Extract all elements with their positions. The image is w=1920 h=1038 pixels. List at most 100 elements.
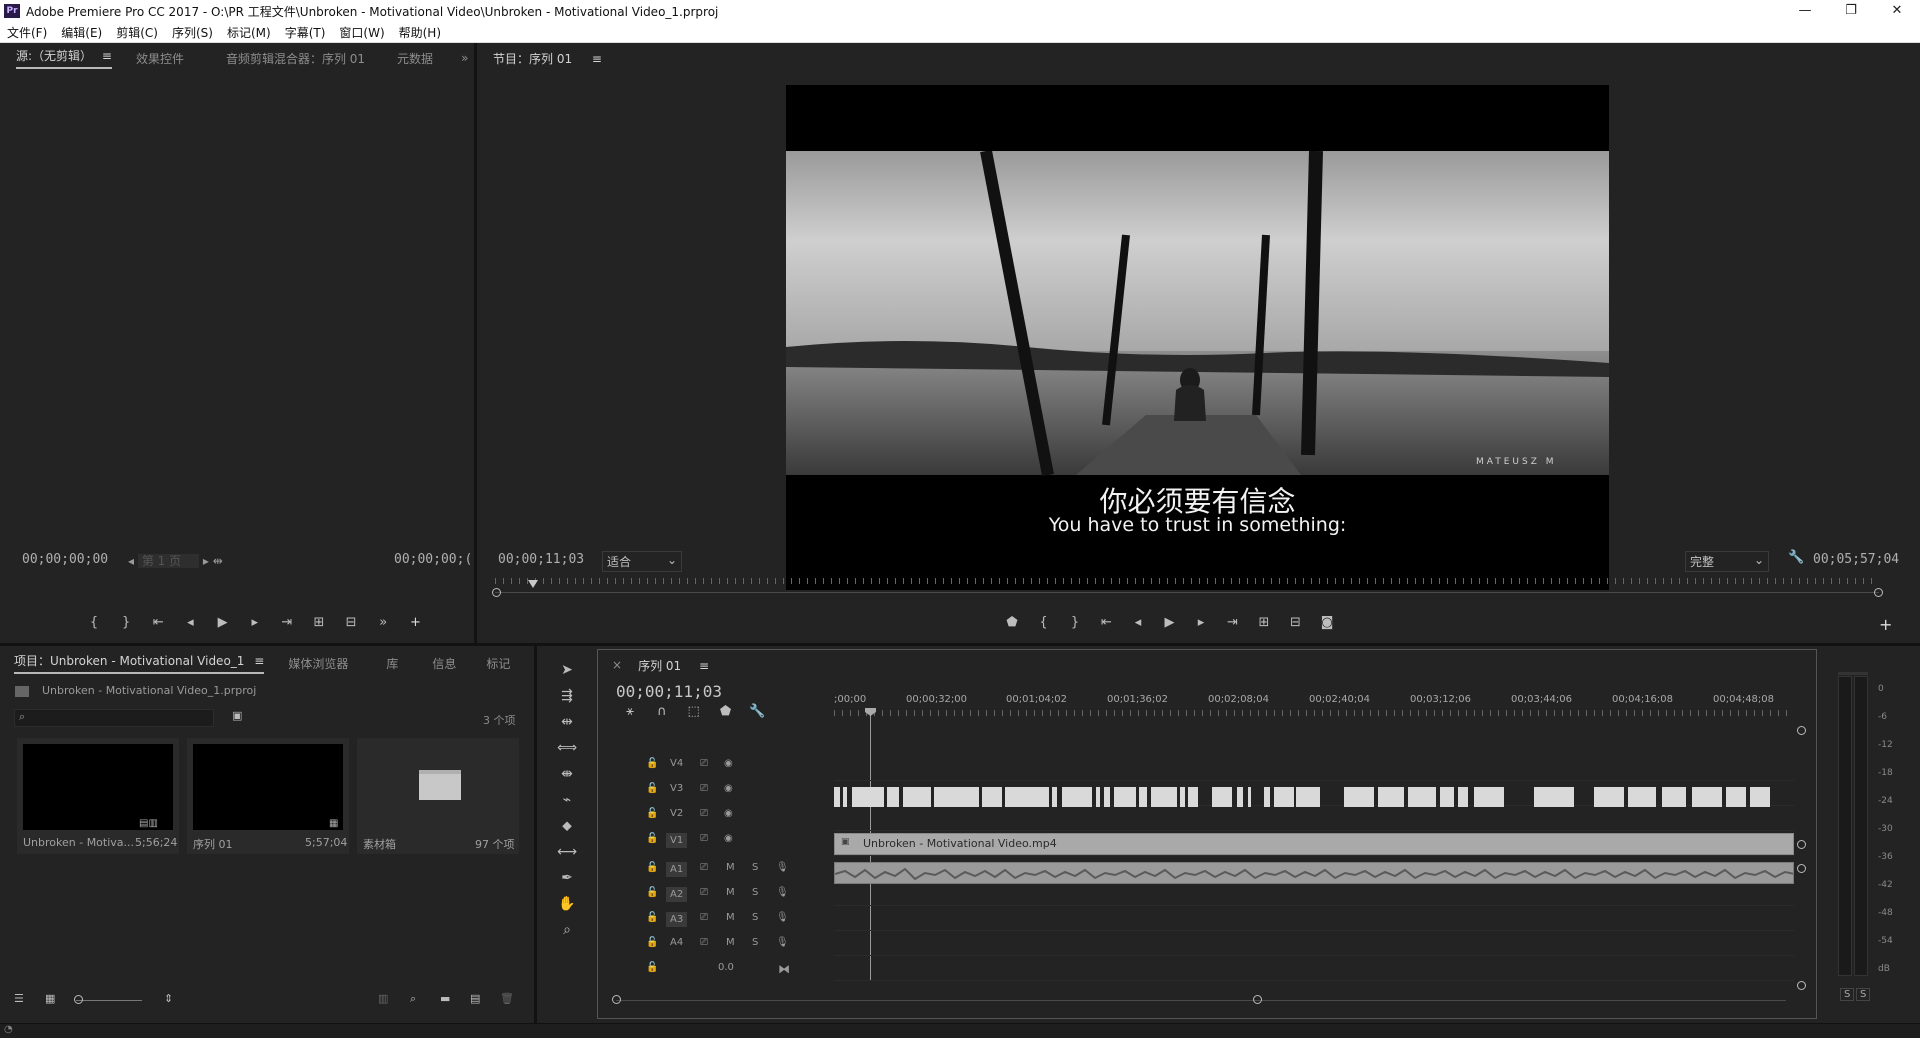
mute-button[interactable]: M [726, 862, 735, 873]
tab-sequence[interactable]: 序列 01 ≡ [626, 657, 721, 674]
microphone-icon[interactable]: 🎙 [776, 912, 789, 923]
find-icon[interactable]: ⌕ [410, 992, 416, 1006]
mute-button[interactable]: M [726, 912, 735, 923]
track-select-tool-icon[interactable]: ⇶ [557, 688, 577, 704]
sync-lock-icon[interactable]: ⎚ [700, 912, 708, 923]
track-label[interactable]: V2 [670, 808, 683, 819]
razor-tool-icon[interactable]: ⌁ [557, 792, 577, 808]
zoom-tool-icon[interactable]: ⌕ [557, 922, 577, 938]
add-button-icon[interactable]: + [401, 615, 429, 630]
tab-audio-mixer[interactable]: 音频剪辑混合器：序列 01 [214, 50, 377, 67]
more-buttons-icon[interactable]: » [369, 615, 397, 630]
tab-libraries[interactable]: 库 [374, 655, 410, 672]
tab-effect-controls[interactable]: 效果控件 [124, 50, 196, 67]
tab-markers[interactable]: 标记 [474, 655, 522, 672]
rolling-edit-tool-icon[interactable]: ⟺ [557, 740, 577, 756]
slide-tool-icon[interactable]: ⟷ [557, 844, 577, 860]
step-back-icon[interactable]: ◂ [176, 615, 204, 630]
restore-button[interactable]: ❐ [1828, 0, 1874, 22]
sync-lock-icon[interactable]: ⎚ [700, 783, 708, 794]
menu-title[interactable]: 字幕(T) [278, 24, 333, 41]
mute-button[interactable]: M [726, 887, 735, 898]
overwrite-icon[interactable]: ⊟ [337, 615, 365, 630]
track-label[interactable]: A2 [666, 887, 688, 902]
step-forward-icon[interactable]: ▸ [241, 615, 269, 630]
zoom-slider-handle[interactable] [74, 995, 83, 1004]
source-page-select[interactable]: ◂ 第 1 页 ▸ ⇹ [128, 552, 223, 569]
add-marker-icon[interactable]: ⬟ [998, 615, 1026, 630]
tab-project[interactable]: 项目：Unbroken - Motivational Video_1 ≡ [2, 652, 276, 674]
sort-icon[interactable]: ⇕ [164, 992, 173, 1005]
project-item-sequence[interactable]: ▦ 序列 01 5;57;04 [187, 738, 349, 854]
solo-button[interactable]: S [752, 912, 758, 923]
tab-info[interactable]: 信息 [420, 655, 468, 672]
play-icon[interactable]: ▶ [209, 615, 237, 630]
menu-sequence[interactable]: 序列(S) [165, 24, 220, 41]
program-video-frame[interactable]: MATEUSZ M 你必须要有信念 You have to trust in s… [786, 85, 1609, 590]
sync-lock-icon[interactable]: ⎚ [700, 758, 708, 769]
list-view-icon[interactable]: ☰ [14, 992, 24, 1005]
lock-icon[interactable]: 🔓 [646, 912, 658, 923]
playhead-marker[interactable] [528, 580, 538, 588]
add-button-icon[interactable]: + [1879, 615, 1892, 634]
solo-button[interactable]: S [752, 862, 758, 873]
sync-lock-icon[interactable]: ⎚ [700, 833, 708, 844]
add-marker-icon[interactable]: ⬟ [711, 704, 739, 719]
microphone-icon[interactable]: 🎙 [776, 937, 789, 948]
track-label[interactable]: V4 [670, 758, 683, 769]
clear-trash-icon[interactable]: 🗑 [500, 992, 514, 1005]
track-label[interactable]: V1 [666, 833, 688, 848]
automate-to-sequence-icon[interactable]: ▥ [378, 992, 388, 1005]
quality-select[interactable]: 完整 ⌄ [1685, 551, 1769, 572]
close-sequence-tab-icon[interactable]: × [608, 658, 626, 672]
microphone-icon[interactable]: 🎙 [776, 887, 789, 898]
menu-window[interactable]: 窗口(W) [332, 24, 391, 41]
zoom-scroll-end-handle[interactable] [1253, 995, 1262, 1004]
menu-file[interactable]: 文件(F) [0, 24, 54, 41]
scrub-end-handle[interactable] [1874, 588, 1883, 597]
track-label[interactable]: A3 [666, 912, 688, 927]
pen-tool-icon[interactable]: ✒ [557, 870, 577, 886]
solo-left-button[interactable]: S [1840, 988, 1855, 1001]
lock-icon[interactable]: 🔓 [646, 808, 658, 819]
mark-in-icon[interactable]: { [1030, 615, 1058, 630]
project-search-input[interactable]: ⌕ [14, 709, 214, 727]
menu-edit[interactable]: 编辑(E) [54, 24, 109, 41]
microphone-icon[interactable]: 🎙 [776, 862, 789, 873]
settings-wrench-icon[interactable]: 🔧 [1788, 550, 1804, 565]
lock-icon[interactable]: 🔓 [646, 887, 658, 898]
lock-icon[interactable]: 🔓 [646, 937, 658, 948]
export-frame-camera-icon[interactable]: ◙ [1313, 615, 1341, 630]
menu-help[interactable]: 帮助(H) [392, 24, 448, 41]
slip-tool-icon[interactable]: ⬥ [557, 818, 577, 834]
sync-lock-icon[interactable]: ⎚ [700, 937, 708, 948]
menu-clip[interactable]: 剪辑(C) [109, 24, 165, 41]
eye-icon[interactable]: ◉ [724, 783, 733, 794]
track-label[interactable]: A4 [670, 937, 683, 948]
lift-icon[interactable]: ⊞ [1250, 615, 1278, 630]
tab-source[interactable]: 源:（无剪辑） ≡ [4, 47, 124, 69]
timeline-settings-wrench-icon[interactable]: 🔧 [743, 704, 771, 719]
audio-clip-a1[interactable] [834, 862, 1794, 884]
tab-media-browser[interactable]: 媒体浏览器 [276, 655, 360, 672]
solo-button[interactable]: S [752, 887, 758, 898]
master-volume[interactable]: 0.0 [718, 962, 734, 973]
go-to-end-icon[interactable]: ⧓ [778, 962, 790, 976]
mark-out-icon[interactable]: } [1061, 615, 1089, 630]
menu-marker[interactable]: 标记(M) [220, 24, 278, 41]
insert-icon[interactable]: ⊞ [305, 615, 333, 630]
vertical-scroll-handle-a[interactable] [1797, 864, 1806, 873]
track-label[interactable]: V3 [670, 783, 683, 794]
video-clip-v1[interactable]: ▣ Unbroken - Motivational Video.mp4 [834, 833, 1794, 855]
close-button[interactable]: ✕ [1874, 0, 1920, 22]
new-item-icon[interactable]: ▤ [470, 992, 480, 1005]
snap-icon[interactable]: ∩ [648, 704, 676, 719]
lock-icon[interactable]: 🔓 [646, 783, 658, 794]
minimize-button[interactable]: — [1782, 0, 1828, 22]
new-bin-icon[interactable]: ▬ [440, 992, 450, 1005]
play-icon[interactable]: ▶ [1156, 615, 1184, 630]
sync-lock-icon[interactable]: ⎚ [700, 808, 708, 819]
solo-right-button[interactable]: S [1856, 988, 1871, 1001]
mark-in-icon[interactable]: { [80, 615, 108, 630]
go-to-in-icon[interactable]: ⇤ [1093, 615, 1121, 630]
